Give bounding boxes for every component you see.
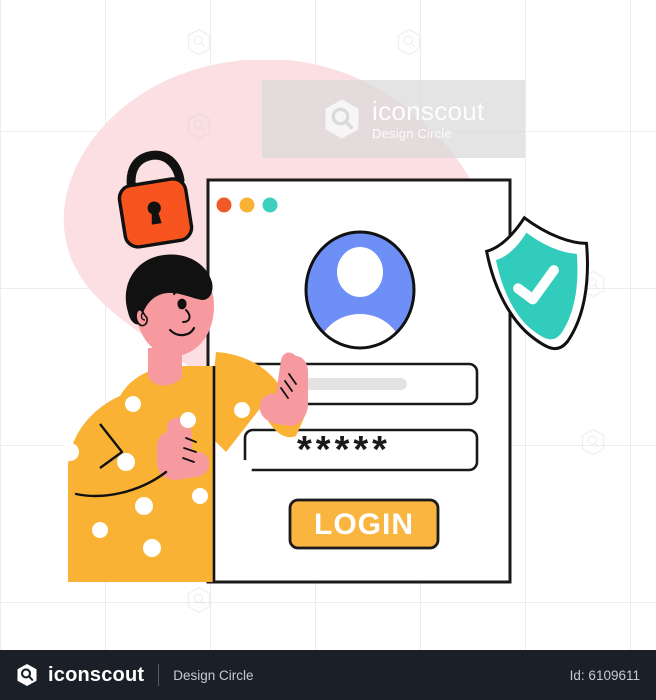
password-field[interactable]: ***** — [243, 428, 479, 472]
login-button-label: LOGIN — [314, 508, 414, 541]
window-dot-red[interactable] — [216, 197, 232, 213]
shirt-dot — [143, 539, 161, 557]
shirt-dot — [180, 412, 196, 428]
shirt-dot — [125, 396, 141, 412]
footer-brand-name: iconscout — [48, 663, 145, 686]
password-masked-value: ***** — [297, 429, 391, 471]
iconscout-logo — [17, 664, 37, 686]
window-dot-teal[interactable] — [262, 197, 278, 213]
footer-divider — [158, 664, 160, 686]
shirt-dot — [236, 460, 252, 476]
shirt-dot — [234, 402, 250, 418]
shirt-dot — [192, 488, 208, 504]
window-dot-yellow[interactable] — [239, 197, 255, 213]
padlock-icon — [117, 150, 194, 249]
shirt-dot — [61, 443, 79, 461]
username-placeholder-bar — [294, 378, 407, 390]
illustration-canvas: iconscout Design Circle ***** LOGIN icon… — [0, 0, 656, 700]
footer-bar: iconscout Design Circle Id: 6109611 — [0, 650, 656, 700]
footer-asset-id: Id: 6109611 — [569, 667, 640, 683]
shirt-dot — [117, 453, 135, 471]
login-button[interactable]: LOGIN — [288, 498, 440, 550]
shirt-dot — [92, 522, 108, 538]
login-security-illustration: ***** LOGIN — [61, 150, 589, 584]
footer-collection-name: Design Circle — [173, 667, 254, 683]
shirt-dot — [135, 497, 153, 515]
footer-brand-group[interactable]: iconscout Design Circle — [16, 663, 254, 687]
